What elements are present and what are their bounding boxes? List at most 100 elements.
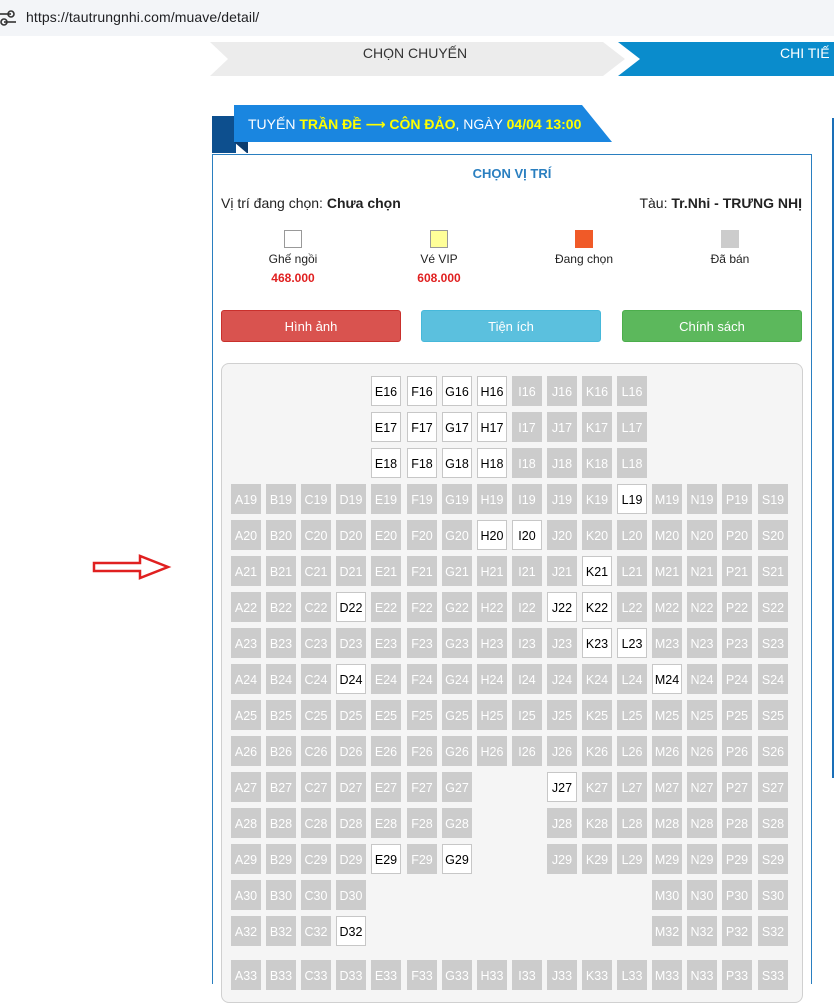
seat-G17[interactable]: G17 [442, 412, 472, 442]
seat-F25: F25 [407, 700, 437, 730]
seat-P29: P29 [722, 844, 752, 874]
seat-H16[interactable]: H16 [477, 376, 507, 406]
seat-B21: B21 [266, 556, 296, 586]
seat-H25: H25 [477, 700, 507, 730]
seat-D27: D27 [336, 772, 366, 802]
seat-E29[interactable]: E29 [371, 844, 401, 874]
seat-M30: M30 [652, 880, 682, 910]
seat-F23: F23 [407, 628, 437, 658]
seat-C23: C23 [301, 628, 331, 658]
seat-A30: A30 [231, 880, 261, 910]
seat-E16[interactable]: E16 [371, 376, 401, 406]
route-datetime: 04/04 13:00 [506, 116, 582, 132]
seat-N27: N27 [687, 772, 717, 802]
seat-B29: B29 [266, 844, 296, 874]
seat-D21: D21 [336, 556, 366, 586]
seat-G33: G33 [442, 960, 472, 990]
seat-G29[interactable]: G29 [442, 844, 472, 874]
seat-D32[interactable]: D32 [336, 916, 366, 946]
seat-D23: D23 [336, 628, 366, 658]
seat-J26: J26 [547, 736, 577, 766]
seat-F29: F29 [407, 844, 437, 874]
seat-S28: S28 [758, 808, 788, 838]
seat-M24[interactable]: M24 [652, 664, 682, 694]
seat-E27: E27 [371, 772, 401, 802]
seat-D24[interactable]: D24 [336, 664, 366, 694]
seat-J21: J21 [547, 556, 577, 586]
seat-A25: A25 [231, 700, 261, 730]
seat-M19: M19 [652, 484, 682, 514]
seat-K18: K18 [582, 448, 612, 478]
seat-D29: D29 [336, 844, 366, 874]
site-settings-icon[interactable] [0, 9, 16, 27]
seat-K22[interactable]: K22 [582, 592, 612, 622]
legend-vip: Vé VIP 608.000 [389, 230, 489, 285]
seat-A33: A33 [231, 960, 261, 990]
seat-E18[interactable]: E18 [371, 448, 401, 478]
seat-F18[interactable]: F18 [407, 448, 437, 478]
seat-P21: P21 [722, 556, 752, 586]
seat-N25: N25 [687, 700, 717, 730]
images-button[interactable]: Hình ảnh [221, 310, 401, 342]
seat-M21: M21 [652, 556, 682, 586]
seat-G18[interactable]: G18 [442, 448, 472, 478]
seat-K27: K27 [582, 772, 612, 802]
seat-J27[interactable]: J27 [547, 772, 577, 802]
seat-E17[interactable]: E17 [371, 412, 401, 442]
seat-S32: S32 [758, 916, 788, 946]
seat-G28: G28 [442, 808, 472, 838]
seat-H24: H24 [477, 664, 507, 694]
seat-P27: P27 [722, 772, 752, 802]
url-text[interactable]: https://tautrungnhi.com/muave/detail/ [26, 9, 259, 25]
seat-K21[interactable]: K21 [582, 556, 612, 586]
seat-M25: M25 [652, 700, 682, 730]
seat-F16[interactable]: F16 [407, 376, 437, 406]
seat-A26: A26 [231, 736, 261, 766]
seat-A29: A29 [231, 844, 261, 874]
seat-M28: M28 [652, 808, 682, 838]
seat-D26: D26 [336, 736, 366, 766]
seat-A23: A23 [231, 628, 261, 658]
seat-P20: P20 [722, 520, 752, 550]
seat-H20[interactable]: H20 [477, 520, 507, 550]
seat-S20: S20 [758, 520, 788, 550]
seat-I16: I16 [512, 376, 542, 406]
seat-H17[interactable]: H17 [477, 412, 507, 442]
seat-J22[interactable]: J22 [547, 592, 577, 622]
seat-B32: B32 [266, 916, 296, 946]
policy-button[interactable]: Chính sách [622, 310, 802, 342]
seat-L25: L25 [617, 700, 647, 730]
seat-A32: A32 [231, 916, 261, 946]
seat-E23: E23 [371, 628, 401, 658]
seat-I20[interactable]: I20 [512, 520, 542, 550]
seat-L23[interactable]: L23 [617, 628, 647, 658]
seat-P30: P30 [722, 880, 752, 910]
seat-H18[interactable]: H18 [477, 448, 507, 478]
seat-L19[interactable]: L19 [617, 484, 647, 514]
seat-K33: K33 [582, 960, 612, 990]
seat-B27: B27 [266, 772, 296, 802]
seat-L26: L26 [617, 736, 647, 766]
seat-P23: P23 [722, 628, 752, 658]
seat-G20: G20 [442, 520, 472, 550]
seat-G16[interactable]: G16 [442, 376, 472, 406]
seat-N20: N20 [687, 520, 717, 550]
seat-G27: G27 [442, 772, 472, 802]
seat-I22: I22 [512, 592, 542, 622]
seat-D33: D33 [336, 960, 366, 990]
seat-D22[interactable]: D22 [336, 592, 366, 622]
seat-S21: S21 [758, 556, 788, 586]
amenities-button[interactable]: Tiện ích [421, 310, 601, 342]
seat-K23[interactable]: K23 [582, 628, 612, 658]
seat-N22: N22 [687, 592, 717, 622]
seat-G22: G22 [442, 592, 472, 622]
seat-I17: I17 [512, 412, 542, 442]
seat-B30: B30 [266, 880, 296, 910]
seat-M33: M33 [652, 960, 682, 990]
seat-F26: F26 [407, 736, 437, 766]
seat-E20: E20 [371, 520, 401, 550]
seat-M27: M27 [652, 772, 682, 802]
seat-F17[interactable]: F17 [407, 412, 437, 442]
address-bar[interactable]: https://tautrungnhi.com/muave/detail/ [0, 0, 834, 36]
seat-S29: S29 [758, 844, 788, 874]
